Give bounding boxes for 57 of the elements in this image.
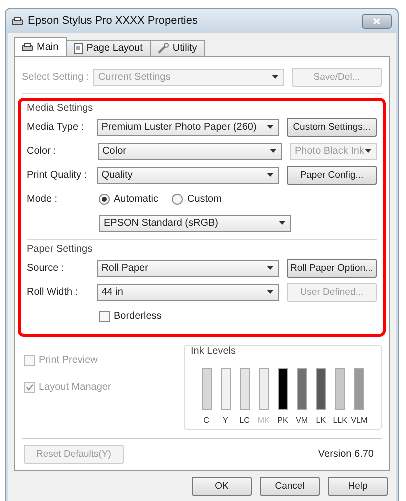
field-label: Roll Width : (27, 286, 80, 298)
radio-button[interactable] (172, 194, 184, 204)
close-icon (373, 18, 381, 24)
dropdown-arrow-icon (279, 221, 286, 225)
checkbox[interactable] (99, 310, 110, 322)
select-dropdown[interactable]: Color (98, 142, 282, 160)
field-label: Media Type : (27, 122, 86, 132)
tab[interactable]: Utility (150, 40, 206, 57)
dropdown-arrow-icon (267, 290, 274, 294)
ink-label: LK (316, 416, 326, 425)
close-button[interactable] (362, 14, 392, 28)
checkbox-option[interactable]: Borderless (99, 310, 162, 322)
dropdown-arrow-icon (272, 75, 279, 79)
field-label: Source : (27, 262, 66, 274)
version-text: Version 6.70 (318, 449, 375, 460)
wrench-icon (158, 43, 169, 54)
side-button[interactable]: Roll Paper Option... (287, 258, 377, 278)
select-dropdown[interactable]: Premium Luster Photo Paper (260) (96, 118, 279, 136)
tab[interactable]: Main (14, 37, 67, 57)
group-title: Paper Settings (27, 244, 94, 256)
ink-label: MK (258, 416, 270, 425)
tab[interactable]: Page Layout (66, 40, 151, 57)
dialog-button[interactable]: Help (328, 477, 388, 496)
select-dropdown[interactable]: EPSON Standard (sRGB) (99, 214, 291, 232)
group-title: Ink Levels (191, 346, 238, 358)
printer-icon (22, 43, 33, 52)
ink-label: LC (240, 416, 250, 425)
dialog-button[interactable]: OK (192, 477, 252, 496)
side-button[interactable]: Paper Config... (287, 166, 377, 184)
radio-option[interactable]: Automatic (99, 194, 158, 204)
radio-option[interactable]: Custom (172, 194, 222, 204)
field-label: Print Quality : (27, 170, 88, 180)
radio-button[interactable] (99, 194, 110, 204)
page-icon (74, 43, 83, 54)
field-label: Color : (27, 146, 58, 156)
dropdown-arrow-icon (267, 125, 274, 129)
side-button[interactable]: Custom Settings... (287, 118, 377, 136)
dropdown-arrow-icon (267, 173, 274, 177)
group-title: Media Settings (27, 103, 94, 115)
select-dropdown[interactable]: Roll Paper (96, 260, 279, 276)
ink-label: PK (278, 416, 288, 425)
window-title: Epson Stylus Pro XXXX Properties (28, 15, 199, 27)
checkmark-icon (26, 384, 34, 391)
dropdown-arrow-icon (270, 149, 277, 153)
ink-label: C (204, 416, 210, 425)
dropdown-arrow-icon (365, 149, 372, 153)
dialog-button[interactable]: Cancel (260, 477, 320, 496)
ink-label: Y (222, 416, 228, 425)
field-label: Select Setting : (22, 72, 90, 82)
printer-icon (12, 16, 23, 26)
field-label: Mode : (27, 194, 59, 204)
ink-label: VM (296, 416, 308, 425)
dropdown-arrow-icon (267, 266, 274, 270)
ink-label: VLM (351, 416, 368, 425)
select-dropdown[interactable]: 44 in (96, 284, 279, 300)
select-dropdown[interactable]: Quality (96, 166, 279, 184)
ink-label: LLK (333, 416, 348, 425)
